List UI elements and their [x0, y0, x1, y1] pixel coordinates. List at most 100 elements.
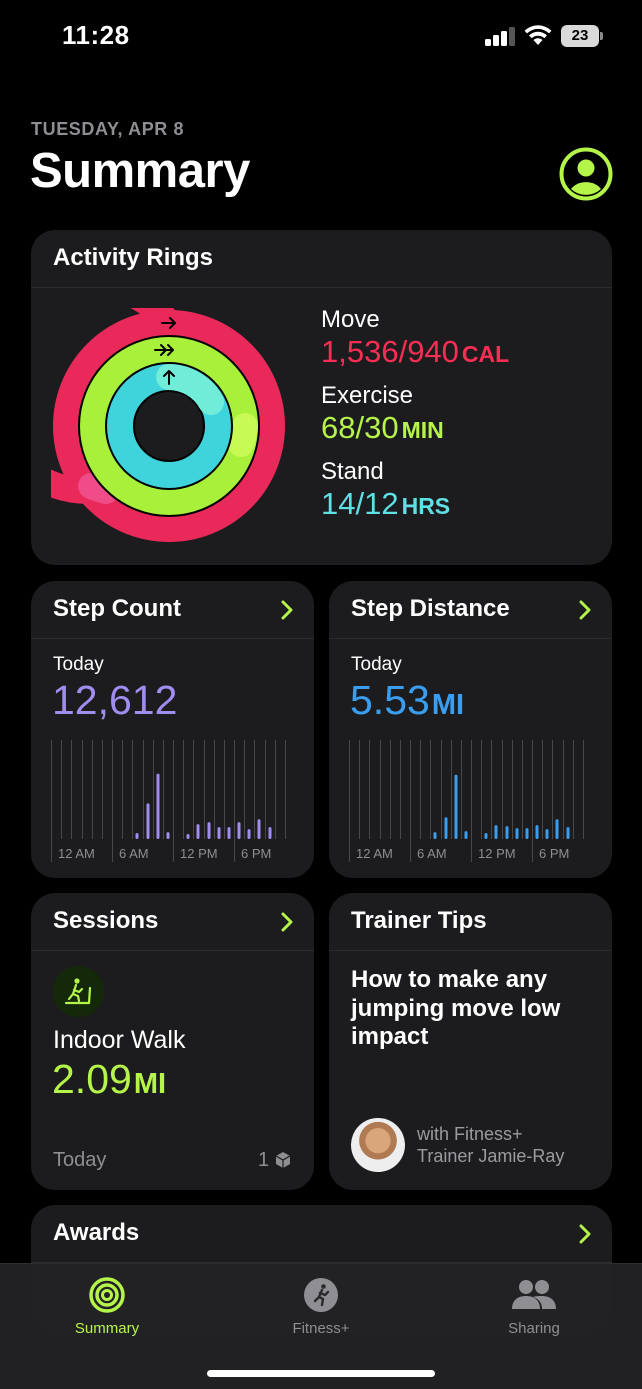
step-distance-bar: [494, 825, 498, 839]
stand-value: 14/12: [321, 486, 399, 521]
step-count-bar: [146, 803, 150, 839]
move-label: Move: [321, 306, 380, 333]
stand-label: Stand: [321, 458, 384, 485]
wifi-icon: [524, 25, 552, 45]
step-count-bar: [257, 819, 261, 839]
runner-icon: [304, 1278, 338, 1312]
trainer-tips-card[interactable]: Trainer Tips How to make any jumping mov…: [329, 893, 612, 1190]
step-distance-unit: MI: [431, 689, 465, 721]
step-distance-bar: [566, 827, 570, 839]
chevron-right-icon[interactable]: [578, 600, 592, 620]
step-count-x-label: 12 PM: [180, 846, 218, 861]
step-distance-bar: [444, 817, 448, 839]
chevron-right-icon[interactable]: [280, 600, 294, 620]
trainer-tips-title: Trainer Tips: [351, 907, 487, 934]
battery-indicator: 23: [561, 25, 603, 47]
session-value-row: 2.09MI: [52, 1056, 166, 1103]
activity-rings-icon: [89, 1277, 125, 1313]
step-distance-card[interactable]: Step Distance Today 5.53MI 12 AM 6 AM 12 P…: [329, 581, 612, 878]
session-count: 1: [258, 1149, 270, 1171]
tab-sharing-label: Sharing: [508, 1320, 560, 1337]
treadmill-walk-icon: [53, 966, 104, 1017]
trainer-tips-header: Trainer Tips: [329, 893, 612, 951]
tab-fitness-plus-label: Fitness+: [292, 1320, 350, 1337]
activity-rings-card[interactable]: Activity Rings Move 1,536/940 CAL Exercis…: [31, 230, 612, 565]
step-distance-bar: [515, 828, 519, 839]
step-count-bar: [237, 822, 241, 839]
step-count-bar: [227, 827, 231, 839]
step-count-bar: [247, 829, 251, 839]
session-workout-name: Indoor Walk: [53, 1026, 186, 1054]
step-count-bar: [186, 834, 190, 839]
home-indicator: [207, 1370, 435, 1377]
exercise-unit: MIN: [401, 417, 444, 443]
step-distance-x-label: 12 PM: [478, 846, 516, 861]
step-distance-chart: 12 AM 6 AM 12 PM 6 PM: [349, 740, 584, 862]
trainer-credit: with Fitness+ Trainer Jamie-Ray: [417, 1123, 564, 1167]
step-distance-bar: [484, 833, 488, 839]
status-time: 11:28: [62, 20, 130, 50]
step-distance-bar: [525, 828, 529, 839]
awards-header: Awards: [31, 1205, 612, 1263]
people-icon: [512, 1280, 556, 1309]
step-distance-x-label: 6 AM: [417, 846, 447, 861]
step-distance-bar: [464, 831, 468, 839]
step-count-bar: [196, 824, 200, 839]
profile-avatar-button[interactable]: [559, 147, 613, 201]
step-distance-bar: [545, 829, 549, 839]
ring-stats: Move 1,536/940 CAL Exercise 68/30 MIN Stan…: [321, 306, 509, 534]
step-distance-bar: [454, 774, 458, 839]
exercise-value-row: 68/30 MIN: [321, 410, 509, 448]
step-count-value: 12,612: [52, 677, 178, 723]
step-distance-bar: [433, 832, 437, 839]
cellular-signal-icon: [485, 26, 517, 46]
step-count-header: Step Count: [31, 581, 314, 639]
move-unit: CAL: [461, 341, 510, 367]
step-distance-title: Step Distance: [351, 595, 510, 622]
exercise-ring-end: [228, 413, 258, 457]
chevron-right-icon[interactable]: [578, 1224, 592, 1244]
step-count-bar: [217, 827, 221, 839]
step-count-x-label: 6 AM: [119, 846, 149, 861]
session-unit: MI: [133, 1068, 167, 1100]
step-count-x-label: 6 PM: [241, 846, 271, 861]
stand-value-row: 14/12 HRS: [321, 486, 509, 524]
chevron-right-icon[interactable]: [280, 912, 294, 932]
step-count-period: Today: [53, 654, 104, 675]
session-value: 2.09: [52, 1056, 132, 1102]
activity-rings-graphic: [51, 308, 285, 542]
trainer-credit-line1: with Fitness+: [417, 1124, 523, 1144]
stand-unit: HRS: [401, 493, 451, 519]
step-distance-value: 5.53: [350, 677, 430, 723]
tab-fitness-plus[interactable]: Fitness+: [251, 1276, 391, 1337]
step-count-bar: [268, 827, 272, 839]
page-title: Summary: [30, 144, 250, 198]
session-day: Today: [53, 1149, 107, 1171]
tab-sharing[interactable]: Sharing: [464, 1276, 604, 1337]
activity-rings-title: Activity Rings: [53, 244, 214, 271]
step-distance-x-label: 6 PM: [539, 846, 569, 861]
sessions-header: Sessions: [31, 893, 314, 951]
step-distance-period: Today: [351, 654, 402, 675]
move-value-row: 1,536/940 CAL: [321, 334, 509, 372]
step-count-x-label: 12 AM: [58, 846, 95, 861]
date-label: TUESDAY, APR 8: [31, 119, 185, 139]
exercise-value: 68/30: [321, 410, 399, 445]
step-count-title: Step Count: [53, 595, 181, 622]
step-count-chart: 12 AM 6 AM 12 PM 6 PM: [51, 740, 286, 862]
awards-title: Awards: [53, 1219, 140, 1246]
trainer-credit-line2: Trainer Jamie-Ray: [417, 1146, 565, 1166]
trainer-tip-headline: How to make any jumping move low impact: [351, 966, 561, 1050]
step-distance-x-label: 12 AM: [356, 846, 393, 861]
step-distance-bar: [535, 825, 539, 839]
sessions-title: Sessions: [53, 907, 159, 934]
step-distance-bar: [505, 826, 509, 839]
step-count-bar: [156, 773, 160, 839]
step-count-bar: [207, 822, 211, 839]
exercise-label: Exercise: [321, 382, 414, 409]
tab-summary[interactable]: Summary: [37, 1276, 177, 1337]
sessions-card[interactable]: Sessions Indoor Walk 2.09MI Today 1: [31, 893, 314, 1190]
workout-stack-icon: [275, 1152, 291, 1168]
step-count-card[interactable]: Step Count Today 12,612 12 AM 6 AM 12 PM 6 …: [31, 581, 314, 878]
step-count-bar: [135, 833, 139, 839]
